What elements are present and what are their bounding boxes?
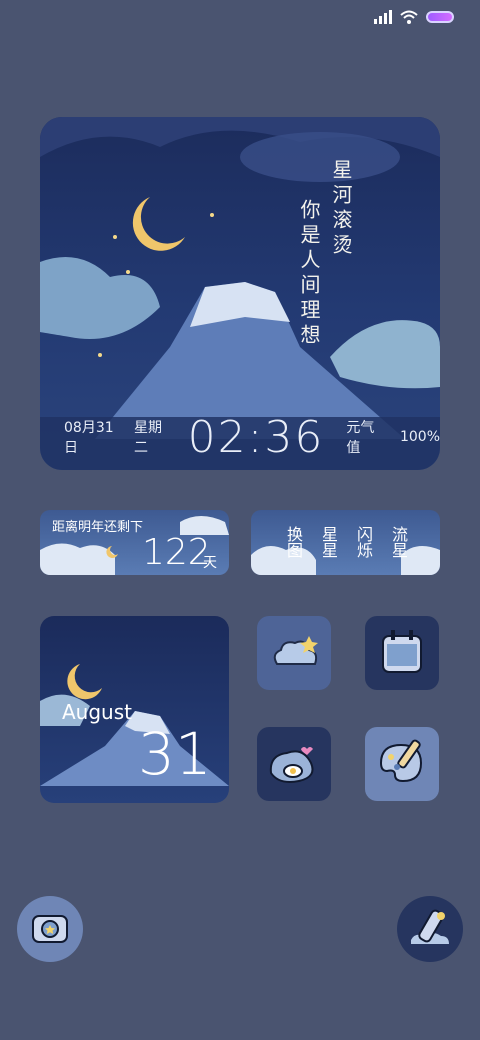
poem-line-1: 星河滚烫 (329, 159, 353, 259)
date-widget[interactable]: August 31 (40, 616, 229, 803)
countdown-number: 122 (142, 532, 211, 573)
poem-text: 星河滚烫 你是人间理想 (286, 159, 356, 349)
telescope-dock-button[interactable] (397, 896, 463, 962)
telescope-icon (411, 909, 449, 944)
countdown-label: 距离明年还剩下 (52, 520, 144, 535)
weekday-label: 星期二 (133, 420, 162, 456)
wifi-icon (400, 10, 418, 24)
signal-icon (374, 10, 392, 24)
palette-app[interactable] (365, 727, 439, 801)
air-value: 100% (399, 429, 440, 445)
cloud-star-icon (273, 636, 318, 665)
wallpaper-label-1: 换图 (284, 526, 303, 558)
calendar-app[interactable] (365, 616, 439, 690)
camera-dock-button[interactable] (17, 896, 83, 962)
wallpaper-label-4: 流星 (389, 526, 408, 558)
egg-stone-icon (269, 747, 314, 783)
wallpaper-widget[interactable]: 换图 星星 闪烁 流星 (251, 510, 440, 575)
camera-icon (32, 915, 68, 943)
egg-stone-app[interactable] (257, 727, 331, 801)
poem-line-2: 你是人间理想 (297, 199, 321, 349)
date-label: 08月31日 (64, 420, 114, 456)
wallpaper-label-3: 闪烁 (354, 526, 373, 558)
calendar-icon (382, 630, 422, 673)
air-label: 元气值 (346, 420, 375, 456)
wallpaper-row-1: 换图 星星 闪烁 流星 (281, 526, 410, 558)
month-label: August (62, 700, 132, 724)
battery-icon (426, 11, 454, 23)
clock-info-row: 08月31日 星期二 02:36 元气值 100% (40, 411, 440, 463)
palette-icon (379, 739, 423, 783)
status-bar (374, 10, 454, 24)
countdown-unit: 天 (203, 555, 217, 571)
cloud-star-app[interactable] (257, 616, 331, 690)
wallpaper-label-2: 星星 (319, 526, 338, 558)
countdown-widget[interactable]: 距离明年还剩下 122 天 (40, 510, 229, 575)
day-number: 31 (138, 720, 212, 788)
time-display: 02:36 (187, 411, 325, 463)
landscape-clock-widget[interactable]: 星河滚烫 你是人间理想 08月31日 星期二 02:36 元气值 100% (40, 117, 440, 470)
